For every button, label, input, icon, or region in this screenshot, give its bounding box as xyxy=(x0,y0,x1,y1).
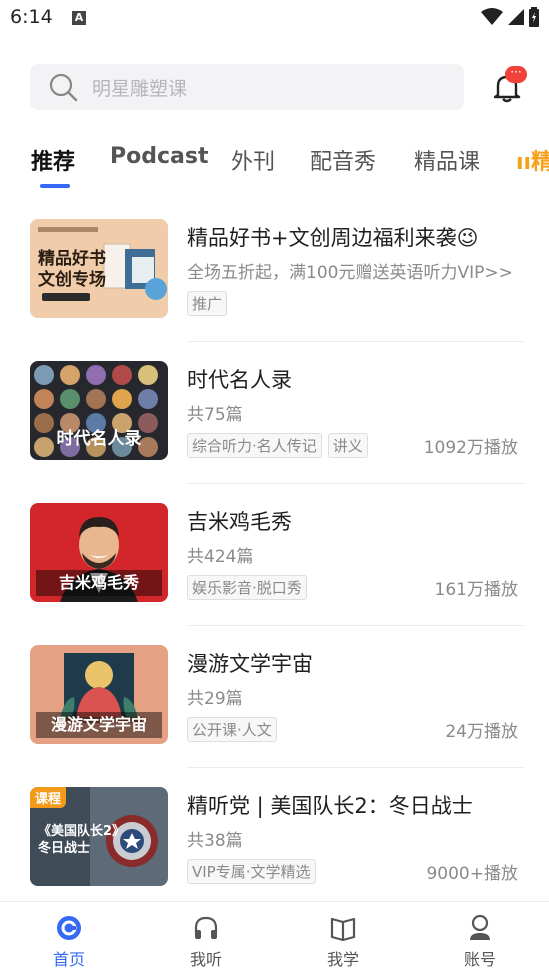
category-tabs: 推荐 Podcast 外刊 配音秀 精品课 ıı精 xyxy=(0,140,549,196)
item-thumbnail: 时代名人录 xyxy=(30,361,168,460)
item-title: 精品好书+文创周边福利来袭😉 xyxy=(187,226,479,250)
home-icon xyxy=(57,916,81,940)
tab-partial[interactable]: ıı精 xyxy=(516,144,549,176)
notification-badge: ··· xyxy=(505,66,527,83)
status-bar: 6:14 A xyxy=(0,0,549,40)
headphones-icon xyxy=(194,916,218,939)
item-subtitle: 共29篇 xyxy=(187,689,243,709)
list-item[interactable]: 漫游文学宇宙 漫游文学宇宙 共29篇 公开课·人文 24万播放 xyxy=(0,626,549,768)
item-thumbnail: 漫游文学宇宙 xyxy=(30,645,168,744)
item-subtitle: 共38篇 xyxy=(187,831,243,851)
item-title: 吉米鸡毛秀 xyxy=(187,510,292,534)
thumb-title: 《美国队长2》 冬日战士 xyxy=(38,824,126,856)
tag: 娱乐影音·脱口秀 xyxy=(187,575,307,600)
play-count: 1092万播放 xyxy=(423,438,518,458)
status-time: 6:14 xyxy=(10,6,53,28)
list-item[interactable]: 精品好书 文创专场 精品好书+文创周边福利来袭😉 全场五折起，满100元赠送英语… xyxy=(0,200,549,342)
item-thumbnail: 精品好书 文创专场 xyxy=(30,219,168,318)
item-thumbnail: 课程 《美国队长2》 冬日战士 xyxy=(30,787,168,886)
search-icon xyxy=(49,73,78,102)
item-tags: 推广 xyxy=(187,291,228,316)
search-placeholder: 明星雕塑课 xyxy=(92,77,188,100)
play-count: 161万播放 xyxy=(434,580,518,600)
tab-premium-courses[interactable]: 精品课 xyxy=(414,144,480,176)
nav-account[interactable]: 账号 xyxy=(440,914,520,970)
nav-listen[interactable]: 我听 xyxy=(166,914,246,970)
tab-foreign-journals[interactable]: 外刊 xyxy=(231,144,275,176)
tab-podcast[interactable]: Podcast xyxy=(110,144,208,169)
item-tags: 娱乐影音·脱口秀 xyxy=(187,575,307,600)
tag: VIP专属·文学精选 xyxy=(187,859,316,884)
item-title: 精听党 | 美国队长2：冬日战士 xyxy=(187,794,473,818)
item-subtitle: 全场五折起，满100元赠送英语听力VIP>> xyxy=(187,263,513,283)
item-thumbnail: 吉米鸡毛秀 xyxy=(30,503,168,602)
tag: 讲义 xyxy=(327,433,368,458)
status-icons xyxy=(481,7,539,27)
list-item[interactable]: 时代名人录 时代名人录 共75篇 综合听力·名人传记 讲义 1092万播放 xyxy=(0,342,549,484)
active-tab-indicator xyxy=(40,184,70,188)
play-count: 9000+播放 xyxy=(426,864,518,884)
nav-label: 账号 xyxy=(463,950,496,969)
tag: 推广 xyxy=(187,291,228,316)
nav-label: 首页 xyxy=(52,950,85,969)
play-count: 24万播放 xyxy=(445,722,518,742)
signal-icon xyxy=(508,9,524,25)
item-tags: 公开课·人文 xyxy=(187,717,277,742)
thumb-caption: 时代名人录 xyxy=(56,429,142,449)
thumb-caption: 漫游文学宇宙 xyxy=(36,712,162,738)
item-title: 时代名人录 xyxy=(187,368,292,392)
item-title: 漫游文学宇宙 xyxy=(187,652,313,676)
battery-icon xyxy=(529,7,539,27)
nav-label: 我学 xyxy=(326,950,359,969)
item-tags: VIP专属·文学精选 xyxy=(187,859,316,884)
course-badge: 课程 xyxy=(30,787,67,808)
bottom-nav: 首页 我听 我学 账号 xyxy=(0,901,549,976)
wifi-icon xyxy=(481,8,503,25)
tag: 公开课·人文 xyxy=(187,717,277,742)
account-icon xyxy=(470,914,490,940)
item-subtitle: 共75篇 xyxy=(187,405,243,425)
thumb-title: 精品好书 文创专场 xyxy=(38,249,106,290)
book-icon xyxy=(330,917,356,942)
notification-app-icon: A xyxy=(72,11,86,25)
thumb-caption: 吉米鸡毛秀 xyxy=(36,570,162,596)
list-item[interactable]: 课程 《美国队长2》 冬日战士 精听党 | 美国队长2：冬日战士 共38篇 VI… xyxy=(0,768,549,910)
nav-learn[interactable]: 我学 xyxy=(303,914,383,970)
list-item[interactable]: 吉米鸡毛秀 吉米鸡毛秀 共424篇 娱乐影音·脱口秀 161万播放 xyxy=(0,484,549,626)
tag: 综合听力·名人传记 xyxy=(187,433,322,458)
search-input[interactable]: 明星雕塑课 xyxy=(30,64,464,110)
item-tags: 综合听力·名人传记 讲义 xyxy=(187,433,368,458)
nav-label: 我听 xyxy=(189,950,222,969)
tab-recommend[interactable]: 推荐 xyxy=(31,144,75,176)
item-subtitle: 共424篇 xyxy=(187,547,254,567)
tab-dubbing-show[interactable]: 配音秀 xyxy=(310,144,376,176)
nav-home[interactable]: 首页 xyxy=(29,914,109,970)
